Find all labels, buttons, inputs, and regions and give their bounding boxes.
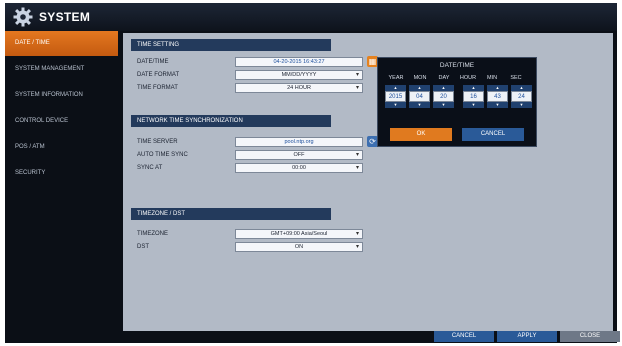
hour-label: HOUR — [459, 75, 477, 81]
gear-icon — [13, 7, 33, 27]
timezone-header: TIMEZONE / DST — [131, 208, 331, 220]
date-time-field[interactable]: 04-20-2015 16:43:27 — [235, 57, 363, 67]
sidebar-item-system-management[interactable]: SYSTEM MANAGEMENT — [5, 57, 118, 82]
hour-spinner: ▲ 16 ▼ — [463, 85, 484, 108]
main-panel: TIME SETTING DATE/TIME 04-20-2015 16:43:… — [123, 33, 613, 331]
auto-sync-label: AUTO TIME SYNC — [137, 152, 188, 158]
sync-at-label: SYNC AT — [137, 165, 163, 171]
day-value[interactable]: 20 — [433, 91, 454, 102]
time-format-select[interactable]: 24 HOUR — [235, 83, 363, 93]
time-server-label: TIME SERVER — [137, 139, 178, 145]
year-value[interactable]: 2015 — [385, 91, 406, 102]
second-down-arrow-icon[interactable]: ▼ — [511, 102, 532, 108]
day-down-arrow-icon[interactable]: ▼ — [433, 102, 454, 108]
month-value[interactable]: 04 — [409, 91, 430, 102]
auto-sync-select[interactable]: OFF — [235, 150, 363, 160]
system-window: SYSTEM DATE / TIME SYSTEM MANAGEMENT SYS… — [5, 3, 617, 343]
date-time-label: DATE/TIME — [137, 59, 169, 65]
date-format-label: DATE FORMAT — [137, 72, 180, 78]
day-spinner: ▲ 20 ▼ — [433, 85, 454, 108]
second-label: SEC — [510, 75, 522, 81]
sidebar-item-system-information[interactable]: SYSTEM INFORMATION — [5, 83, 118, 108]
sidebar-item-control-device[interactable]: CONTROL DEVICE — [5, 109, 118, 134]
dst-select[interactable]: ON — [235, 242, 363, 252]
sidebar-item-pos-atm[interactable]: POS / ATM — [5, 135, 118, 160]
sync-at-select[interactable]: 00:00 — [235, 163, 363, 173]
timezone-label: TIMEZONE — [137, 231, 168, 237]
year-spinner: ▲ 2015 ▼ — [385, 85, 406, 108]
day-label: DAY — [438, 75, 450, 81]
second-value[interactable]: 24 — [511, 91, 532, 102]
sidebar: DATE / TIME SYSTEM MANAGEMENT SYSTEM INF… — [5, 31, 118, 343]
minute-down-arrow-icon[interactable]: ▼ — [487, 102, 508, 108]
date-time-popup: DATE/TIME YEAR MON DAY HOUR MIN SEC ▲ 20… — [377, 57, 537, 147]
date-format-select[interactable]: MM/DD/YYYY — [235, 70, 363, 80]
popup-ok-button[interactable]: OK — [390, 128, 452, 141]
minute-spinner: ▲ 43 ▼ — [487, 85, 508, 108]
title-bar: SYSTEM — [5, 3, 617, 31]
window-title: SYSTEM — [39, 10, 91, 24]
network-sync-header: NETWORK TIME SYNCHRONIZATION — [131, 115, 331, 127]
sidebar-item-security[interactable]: SECURITY — [5, 161, 118, 186]
second-spinner: ▲ 24 ▼ — [511, 85, 532, 108]
dst-label: DST — [137, 244, 149, 250]
year-label: YEAR — [388, 75, 404, 81]
time-server-field[interactable]: pool.ntp.org — [235, 137, 363, 147]
time-format-label: TIME FORMAT — [137, 85, 178, 91]
apply-button[interactable]: APPLY — [497, 331, 557, 342]
popup-cancel-button[interactable]: CANCEL — [462, 128, 524, 141]
month-label: MON — [413, 75, 427, 81]
time-setting-header: TIME SETTING — [131, 39, 331, 51]
close-button[interactable]: CLOSE — [560, 331, 620, 342]
month-spinner: ▲ 04 ▼ — [409, 85, 430, 108]
popup-title: DATE/TIME — [439, 62, 475, 69]
spinner-labels: YEAR MON DAY HOUR MIN SEC — [384, 75, 528, 81]
hour-value[interactable]: 16 — [463, 91, 484, 102]
timezone-select[interactable]: GMT+09:00 Asia/Seoul — [235, 229, 363, 239]
sidebar-item-date-time[interactable]: DATE / TIME — [5, 31, 118, 56]
minute-value[interactable]: 43 — [487, 91, 508, 102]
minute-label: MIN — [486, 75, 498, 81]
hour-down-arrow-icon[interactable]: ▼ — [463, 102, 484, 108]
cancel-button[interactable]: CANCEL — [434, 331, 494, 342]
month-down-arrow-icon[interactable]: ▼ — [409, 102, 430, 108]
